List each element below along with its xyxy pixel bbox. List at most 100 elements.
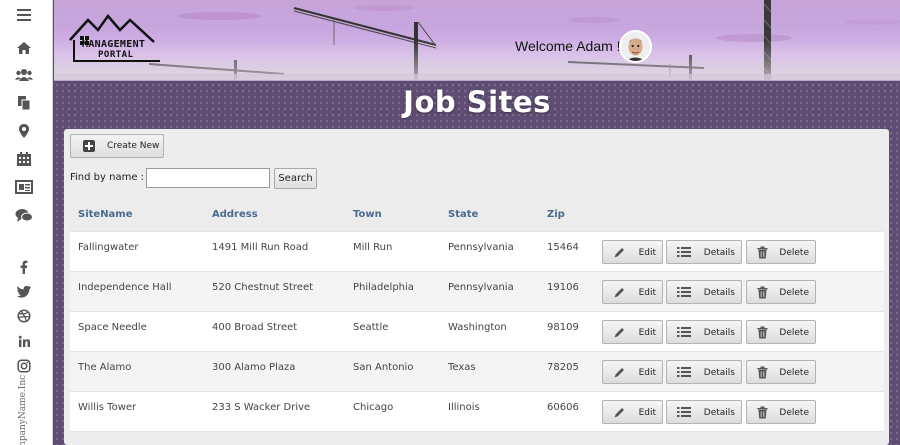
delete-button[interactable]: Delete <box>746 240 816 264</box>
cell-town: San Antonio <box>353 362 414 373</box>
delete-button[interactable]: Delete <box>746 360 816 384</box>
list-icon <box>677 366 691 378</box>
list-icon <box>677 406 691 418</box>
column-header-state[interactable]: State <box>448 209 478 220</box>
pencil-icon <box>613 366 626 379</box>
edit-label: Edit <box>638 288 656 298</box>
column-header-town[interactable]: Town <box>353 209 382 220</box>
cell-state: Pennsylvania <box>448 282 514 293</box>
cell-address: 300 Alamo Plaza <box>212 362 296 373</box>
users-icon[interactable] <box>14 66 34 84</box>
header-banner: MANAGEMENT PORTAL Welcome Adam ! <box>54 0 900 81</box>
table-header-row: SiteName Address Town State Zip <box>70 199 884 232</box>
cell-zip: 60606 <box>547 402 579 413</box>
delete-label: Delete <box>779 248 809 258</box>
edit-button[interactable]: Edit <box>602 240 663 264</box>
list-icon <box>677 326 691 338</box>
sidebar: CompanyName.Inc <box>0 0 53 445</box>
logo-text-line1: MANAGEMENT <box>82 39 146 50</box>
search-button[interactable]: Search <box>274 168 317 189</box>
cell-address: 400 Broad Street <box>212 322 298 333</box>
details-label: Details <box>703 368 735 378</box>
edit-button[interactable]: Edit <box>602 400 663 424</box>
map-marker-icon[interactable] <box>14 122 34 140</box>
cell-state: Texas <box>448 362 476 373</box>
find-by-name-input[interactable] <box>146 168 270 188</box>
trash-icon <box>757 366 768 379</box>
edit-button[interactable]: Edit <box>602 360 663 384</box>
details-label: Details <box>703 408 735 418</box>
create-new-button[interactable]: Create New <box>70 134 164 158</box>
cell-address: 233 S Wacker Drive <box>212 402 311 413</box>
edit-label: Edit <box>638 248 656 258</box>
column-header-address[interactable]: Address <box>212 209 258 220</box>
page-title: Job Sites <box>403 85 551 119</box>
newspaper-icon[interactable] <box>14 178 34 196</box>
delete-label: Delete <box>779 368 809 378</box>
facebook-icon[interactable] <box>14 258 34 276</box>
table-row: Willis Tower 233 S Wacker Drive Chicago … <box>70 392 884 432</box>
cell-sitename: Fallingwater <box>78 242 139 253</box>
table-row: Space Needle 400 Broad Street Seattle Wa… <box>70 312 884 352</box>
cell-town: Seattle <box>353 322 389 333</box>
cell-zip: 78205 <box>547 362 579 373</box>
details-button[interactable]: Details <box>666 320 742 344</box>
cell-state: Illinois <box>448 402 480 413</box>
column-header-sitename[interactable]: SiteName <box>78 209 133 220</box>
table-row: The Alamo 300 Alamo Plaza San Antonio Te… <box>70 352 884 392</box>
linkedin-icon[interactable] <box>14 332 34 350</box>
edit-label: Edit <box>638 328 656 338</box>
trash-icon <box>757 326 768 339</box>
cell-town: Philadelphia <box>353 282 414 293</box>
cell-zip: 15464 <box>547 242 579 253</box>
pencil-icon <box>613 406 626 419</box>
twitter-icon[interactable] <box>14 283 34 301</box>
comments-icon[interactable] <box>14 206 34 224</box>
dribbble-icon[interactable] <box>14 307 34 325</box>
create-new-label: Create New <box>107 141 160 151</box>
user-avatar[interactable] <box>619 30 652 63</box>
cell-town: Chicago <box>353 402 394 413</box>
delete-button[interactable]: Delete <box>746 280 816 304</box>
calendar-icon[interactable] <box>14 150 34 168</box>
list-icon <box>677 246 691 258</box>
edit-button[interactable]: Edit <box>602 320 663 344</box>
logo-text-line2: PORTAL <box>98 50 134 60</box>
details-label: Details <box>703 288 735 298</box>
job-sites-table: SiteName Address Town State Zip Fallingw… <box>70 199 884 432</box>
home-icon[interactable] <box>14 39 34 57</box>
details-button[interactable]: Details <box>666 280 742 304</box>
table-row: Fallingwater 1491 Mill Run Road Mill Run… <box>70 232 884 272</box>
trash-icon <box>757 286 768 299</box>
cell-state: Washington <box>448 322 507 333</box>
delete-label: Delete <box>779 408 809 418</box>
edit-label: Edit <box>638 368 656 378</box>
pencil-icon <box>613 246 626 259</box>
find-by-name-label: Find by name : <box>70 172 145 183</box>
cell-sitename: Space Needle <box>78 322 147 333</box>
details-label: Details <box>703 248 735 258</box>
menu-icon[interactable] <box>14 6 34 24</box>
cell-sitename: The Alamo <box>78 362 132 373</box>
edit-label: Edit <box>638 408 656 418</box>
copy-icon[interactable] <box>14 94 34 112</box>
company-name-text: CompanyName.Inc <box>18 374 28 445</box>
delete-button[interactable]: Delete <box>746 320 816 344</box>
details-button[interactable]: Details <box>666 400 742 424</box>
details-button[interactable]: Details <box>666 360 742 384</box>
cell-town: Mill Run <box>353 242 393 253</box>
plus-square-icon <box>83 140 95 152</box>
details-button[interactable]: Details <box>666 240 742 264</box>
column-header-zip[interactable]: Zip <box>547 209 565 220</box>
edit-button[interactable]: Edit <box>602 280 663 304</box>
trash-icon <box>757 246 768 259</box>
cell-address: 520 Chestnut Street <box>212 282 314 293</box>
pencil-icon <box>613 326 626 339</box>
delete-button[interactable]: Delete <box>746 400 816 424</box>
trash-icon <box>757 406 768 419</box>
cell-zip: 98109 <box>547 322 579 333</box>
avatar-face-icon <box>621 32 650 61</box>
management-portal-logo[interactable]: MANAGEMENT PORTAL <box>68 12 168 64</box>
cell-address: 1491 Mill Run Road <box>212 242 309 253</box>
cell-state: Pennsylvania <box>448 242 514 253</box>
